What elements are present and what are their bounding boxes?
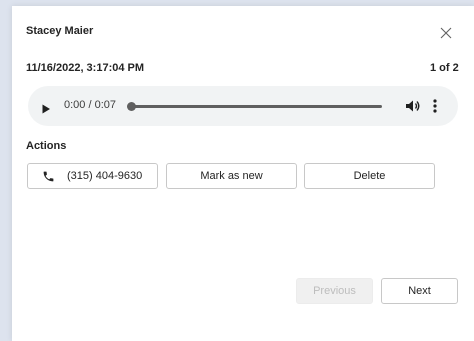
more-options-button[interactable] <box>432 98 438 114</box>
play-button[interactable] <box>41 101 51 114</box>
close-button[interactable] <box>439 26 453 40</box>
voicemail-counter: 1 of 2 <box>430 62 459 74</box>
volume-icon <box>406 100 420 112</box>
phone-icon <box>43 171 54 181</box>
caller-name: Stacey Maier <box>26 25 94 37</box>
call-button[interactable]: (315) 404-9630 <box>27 163 158 189</box>
voicemail-datetime: 11/16/2022, 3:17:04 PM <box>26 62 145 74</box>
volume-button[interactable] <box>405 99 421 113</box>
play-icon <box>42 104 50 114</box>
more-options-icon <box>433 99 437 113</box>
audio-player: 0:00 / 0:07 <box>28 86 458 126</box>
actions-heading: Actions <box>26 140 67 152</box>
seek-thumb[interactable] <box>127 102 136 111</box>
time-readout: 0:00 / 0:07 <box>64 99 116 111</box>
mark-as-new-button[interactable]: Mark as new <box>166 163 297 189</box>
next-button[interactable]: Next <box>381 278 458 304</box>
delete-button[interactable]: Delete <box>304 163 435 189</box>
voicemail-dialog: Stacey Maier 11/16/2022, 3:17:04 PM 1 of… <box>12 6 474 341</box>
call-button-label: (315) 404-9630 <box>67 170 143 182</box>
seek-bar[interactable] <box>131 105 382 108</box>
close-icon <box>440 27 452 39</box>
previous-button[interactable]: Previous <box>296 278 373 304</box>
